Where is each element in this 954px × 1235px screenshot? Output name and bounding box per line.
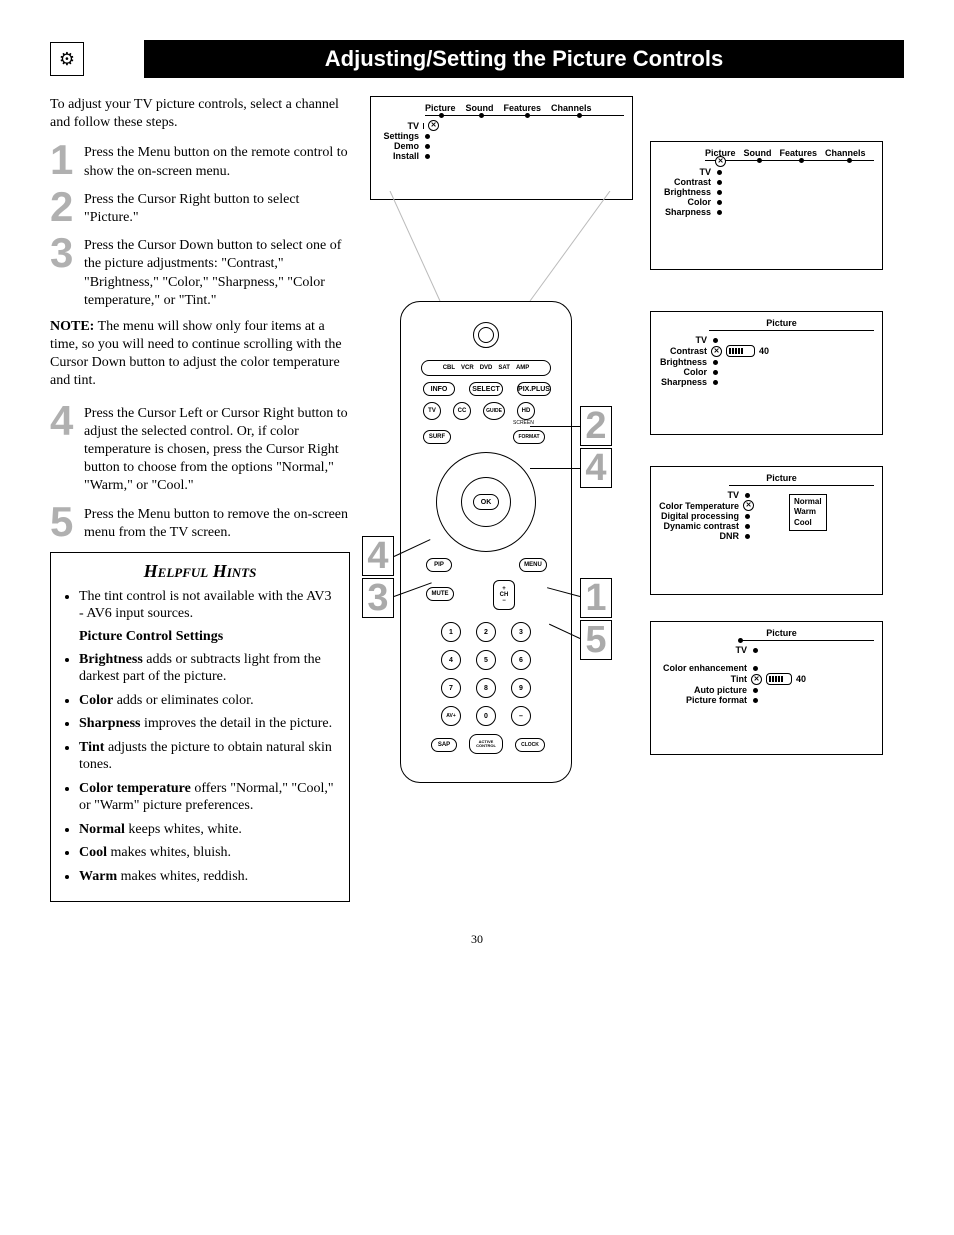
mode-strip: CBL VCR DVD SAT AMP [421, 360, 551, 376]
keypad-9: 9 [511, 678, 531, 698]
options-box: Normal Warm Cool [789, 494, 827, 531]
step-4: 4 Press the Cursor Left or Cursor Right … [50, 403, 350, 496]
step-number: 5 [50, 504, 84, 542]
step-text: Press the Menu button to remove the on-s… [84, 504, 350, 542]
intro-text: To adjust your TV picture controls, sele… [50, 96, 350, 132]
hints-title: Helpful Hints [61, 561, 339, 582]
guide-button: GUIDE [483, 402, 505, 420]
tv-button: TV [423, 402, 441, 420]
clock-button: CLOCK [515, 738, 545, 752]
hint-item: Color adds or eliminates color. [79, 692, 339, 710]
ok-button: OK [473, 494, 499, 510]
callout-2: 2 [580, 406, 612, 446]
step-number: 1 [50, 142, 84, 180]
step-number: 4 [50, 403, 84, 496]
section-icon: ⚙ [50, 42, 84, 76]
step-2: 2 Press the Cursor Right button to selec… [50, 189, 350, 227]
selection-marker-icon [743, 500, 754, 511]
hint-item: The tint control is not available with t… [79, 588, 339, 623]
menu-button: MENU [519, 558, 547, 572]
callout-3: 3 [362, 578, 394, 618]
keypad-8: 8 [476, 678, 496, 698]
keypad-5: 5 [476, 650, 496, 670]
page-number: 30 [50, 932, 904, 947]
mute-button: MUTE [426, 587, 454, 601]
sap-button: SAP [431, 738, 457, 752]
hints-subheading: Picture Control Settings [79, 629, 339, 645]
note: NOTE: The menu will show only four items… [50, 318, 350, 391]
menu-diagram-4: Picture TV Color enhancement Tint 40 Aut… [650, 621, 883, 755]
ch-button: +CH− [493, 580, 515, 610]
page-title: Adjusting/Setting the Picture Controls [144, 40, 904, 78]
menu-diagram-1: Picture Sound Features Channels TV Contr… [650, 141, 883, 270]
step-number: 2 [50, 189, 84, 227]
diagram-column: Picture Sound Features Channels TV Setti… [370, 96, 904, 902]
active-control-button: ACTIVECONTROL [469, 734, 503, 754]
callout-line [530, 468, 580, 469]
instructions-column: To adjust your TV picture controls, sele… [50, 96, 350, 902]
hint-item: Brightness adds or subtracts light from … [79, 651, 339, 686]
avplus-button: AV+ [441, 706, 461, 726]
menu-diagram-3: Picture TV Color Temperature Digital pro… [650, 466, 883, 595]
helpful-hints-box: Helpful Hints The tint control is not av… [50, 552, 350, 903]
step-text: Press the Cursor Down button to select o… [84, 235, 350, 310]
menu-diagram-2: Picture TV Contrast 40 Brightness Color … [650, 311, 883, 435]
hint-item: Warm makes whites, reddish. [79, 868, 339, 886]
step-text: Press the Cursor Left or Cursor Right bu… [84, 403, 350, 496]
step-number: 3 [50, 235, 84, 310]
step-text: Press the Cursor Right button to select … [84, 189, 350, 227]
step-text: Press the Menu button on the remote cont… [84, 142, 350, 180]
cc-button: CC [453, 402, 471, 420]
step-3: 3 Press the Cursor Down button to select… [50, 235, 350, 310]
dash-button: – [511, 706, 531, 726]
selection-marker-icon [711, 346, 722, 357]
pixplus-button: PIX.PLUS [517, 382, 551, 396]
surf-button: SURF [423, 430, 451, 444]
hint-item: Cool makes whites, bluish. [79, 844, 339, 862]
pip-button: PIP [426, 558, 452, 572]
hint-item: Sharpness improves the detail in the pic… [79, 715, 339, 733]
keypad-3: 3 [511, 622, 531, 642]
slider-icon [726, 345, 755, 357]
power-button-icon [473, 322, 499, 348]
info-button: INFO [423, 382, 455, 396]
hd-button: HD [517, 402, 535, 420]
format-button: FORMAT [513, 430, 545, 444]
hint-item: Normal keeps whites, white. [79, 821, 339, 839]
selection-marker-icon [428, 120, 439, 131]
hint-item: Color temperature offers "Normal," "Cool… [79, 780, 339, 815]
callout-4: 4 [580, 448, 612, 488]
callout-4b: 4 [362, 536, 394, 576]
beam-lines [370, 191, 630, 306]
keypad-6: 6 [511, 650, 531, 670]
keypad-1: 1 [441, 622, 461, 642]
hint-item: Tint adjusts the picture to obtain natur… [79, 739, 339, 774]
keypad-4: 4 [441, 650, 461, 670]
select-button: SELECT [469, 382, 503, 396]
menu-diagram-top: Picture Sound Features Channels TV Setti… [370, 96, 633, 200]
keypad-2: 2 [476, 622, 496, 642]
keypad-0: 0 [476, 706, 496, 726]
callout-5: 5 [580, 620, 612, 660]
slider-icon [766, 673, 792, 685]
step-1: 1 Press the Menu button on the remote co… [50, 142, 350, 180]
keypad-7: 7 [441, 678, 461, 698]
selection-marker-icon [715, 156, 726, 167]
callout-line [530, 426, 580, 427]
selection-marker-icon [751, 674, 762, 685]
step-5: 5 Press the Menu button to remove the on… [50, 504, 350, 542]
callout-1: 1 [580, 578, 612, 618]
